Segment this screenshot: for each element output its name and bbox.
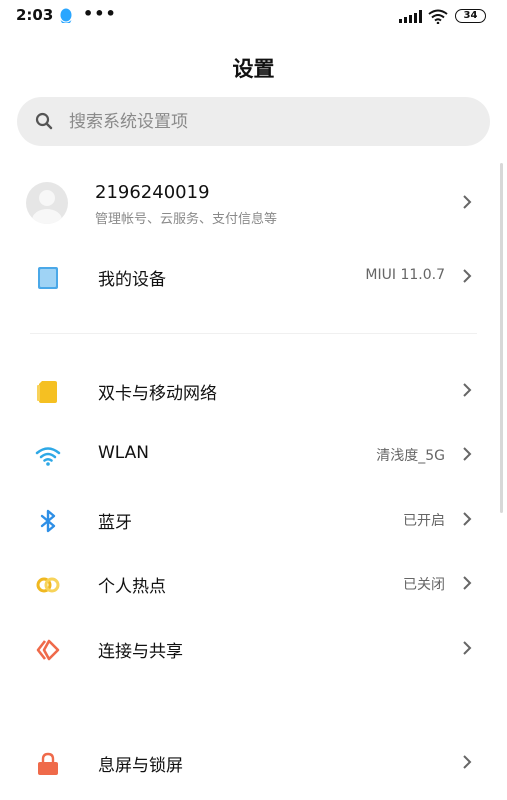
status-bar: 2:03 ••• 34 [0,0,507,34]
row-label: 连接与共享 [98,642,183,662]
account-subtitle: 管理帐号、云服务、支付信息等 [95,212,278,227]
sim-icon [37,381,57,403]
section-divider [30,333,477,334]
lock-icon [38,752,58,775]
search-bar[interactable] [17,97,490,146]
signal-icon [399,10,422,23]
row-bluetooth[interactable]: 蓝牙 已开启 [0,489,507,551]
row-value: MIUI 11.0.7 [365,267,445,283]
chevron-right-icon [463,641,472,655]
row-label: 双卡与移动网络 [98,384,217,404]
wifi-icon [35,447,61,466]
battery-icon: 34 [455,9,486,23]
chevron-right-icon [463,447,472,461]
avatar [26,182,68,224]
page-title: 设置 [232,57,275,81]
chevron-right-icon [463,383,472,397]
search-icon [35,112,53,130]
wifi-status-icon [428,9,448,24]
account-name: 2196240019 [95,182,210,203]
row-value: 已关闭 [403,577,445,593]
user-avatar-icon [32,190,62,224]
hotspot-icon [36,577,60,593]
row-wlan[interactable]: WLAN 清浅度_5G [0,424,507,486]
row-label: 我的设备 [98,270,166,290]
qq-notification-icon [60,8,72,23]
row-label: 息屏与锁屏 [98,756,183,776]
device-icon [38,267,58,289]
row-value: 清浅度_5G [376,448,445,464]
row-my-device[interactable]: 我的设备 MIUI 11.0.7 [0,246,507,308]
row-hotspot[interactable]: 个人热点 已关闭 [0,553,507,615]
chevron-right-icon [463,512,472,526]
row-connection-sharing[interactable]: 连接与共享 [0,618,507,680]
row-label: WLAN [98,443,150,463]
share-icon [36,639,60,661]
status-time: 2:03 [16,6,54,24]
account-row[interactable]: 2196240019 管理帐号、云服务、支付信息等 [0,170,507,242]
row-label: 蓝牙 [98,513,132,533]
row-dual-sim[interactable]: 双卡与移动网络 [0,360,507,422]
search-input[interactable] [69,97,469,146]
chevron-right-icon [463,269,472,283]
row-lock-screen[interactable]: 息屏与锁屏 [0,732,507,794]
bluetooth-icon [40,509,56,533]
chevron-right-icon [463,576,472,590]
chevron-right-icon [463,755,472,769]
row-value: 已开启 [403,513,445,529]
more-notifications-icon: ••• [83,4,117,23]
row-label: 个人热点 [98,577,166,597]
chevron-right-icon [463,195,472,209]
